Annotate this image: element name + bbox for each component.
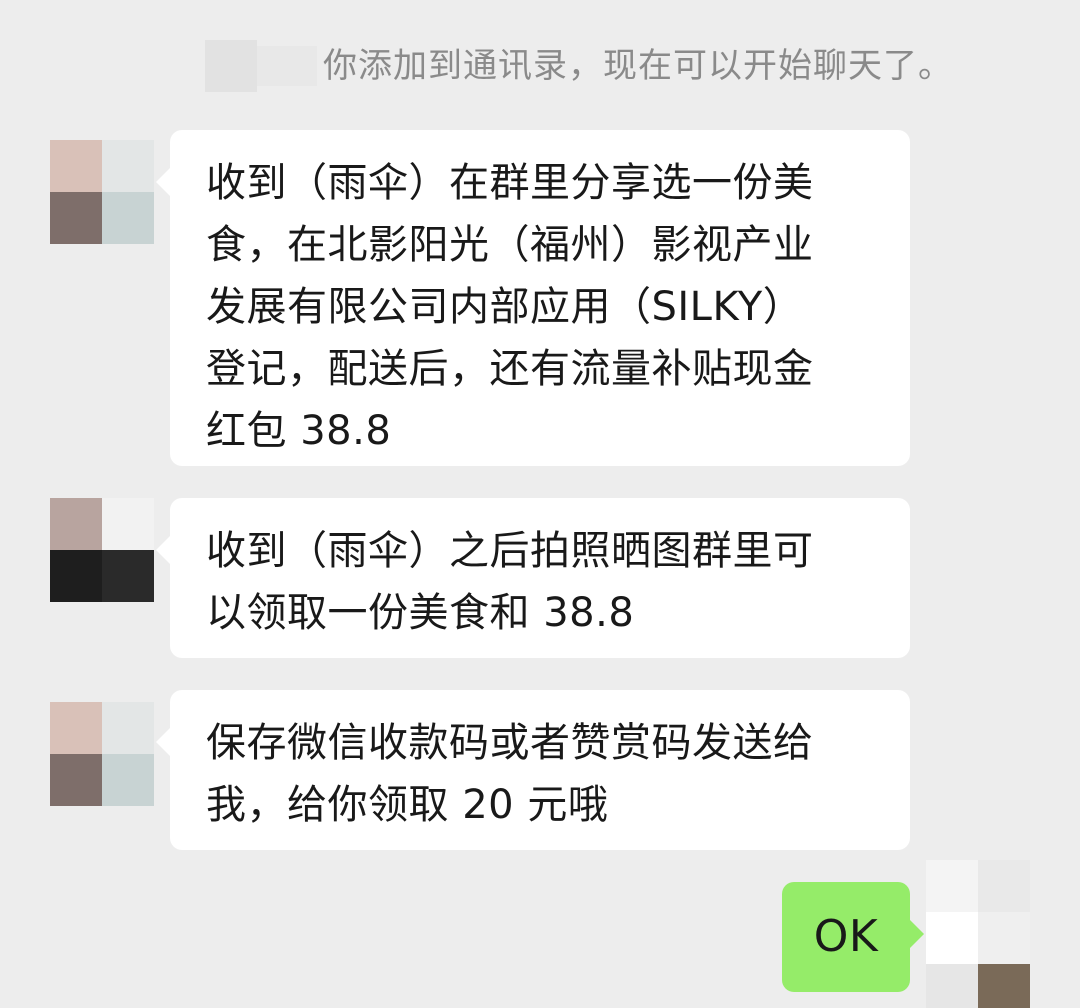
message-line: 发展有限公司内部应用（SILKY） [206,284,804,330]
message-line: 收到（雨伞）之后拍照晒图群里可 [206,528,814,574]
message-line: 我，给你领取 20 元哦 [206,782,609,828]
message-bubble[interactable]: 保存微信收款码或者赞赏码发送给 我，给你领取 20 元哦 [156,690,910,850]
chat-window: 你添加到通讯录，现在可以开始聊天了。 收到（雨伞）在群里分享选一份美 食，在北影… [0,0,1080,1008]
message-bubble[interactable]: 收到（雨伞）在群里分享选一份美 食，在北影阳光（福州）影视产业 发展有限公司内部… [156,130,910,466]
message-line: 食，在北影阳光（福州）影视产业 [206,222,814,268]
blurred-name [205,40,257,92]
contact-avatar[interactable] [50,498,154,602]
message-line: 保存微信收款码或者赞赏码发送给 [206,720,814,766]
message-line: 红包 38.8 [206,408,392,454]
outgoing-message-bubble[interactable]: OK [782,882,924,992]
contact-avatar[interactable] [50,140,154,244]
contact-avatar[interactable] [50,702,154,806]
my-avatar[interactable] [926,860,1030,1008]
message-line: 登记，配送后，还有流量补贴现金 [206,346,814,392]
blurred-name-part [257,46,317,86]
system-notice-text: 你添加到通讯录，现在可以开始聊天了。 [323,46,953,86]
message-bubble[interactable]: 收到（雨伞）之后拍照晒图群里可 以领取一份美食和 38.8 [156,498,910,658]
message-text: OK [813,911,879,962]
message-line: 收到（雨伞）在群里分享选一份美 [206,160,814,206]
system-notice: 你添加到通讯录，现在可以开始聊天了。 [205,36,1025,96]
message-line: 以领取一份美食和 38.8 [206,590,635,636]
